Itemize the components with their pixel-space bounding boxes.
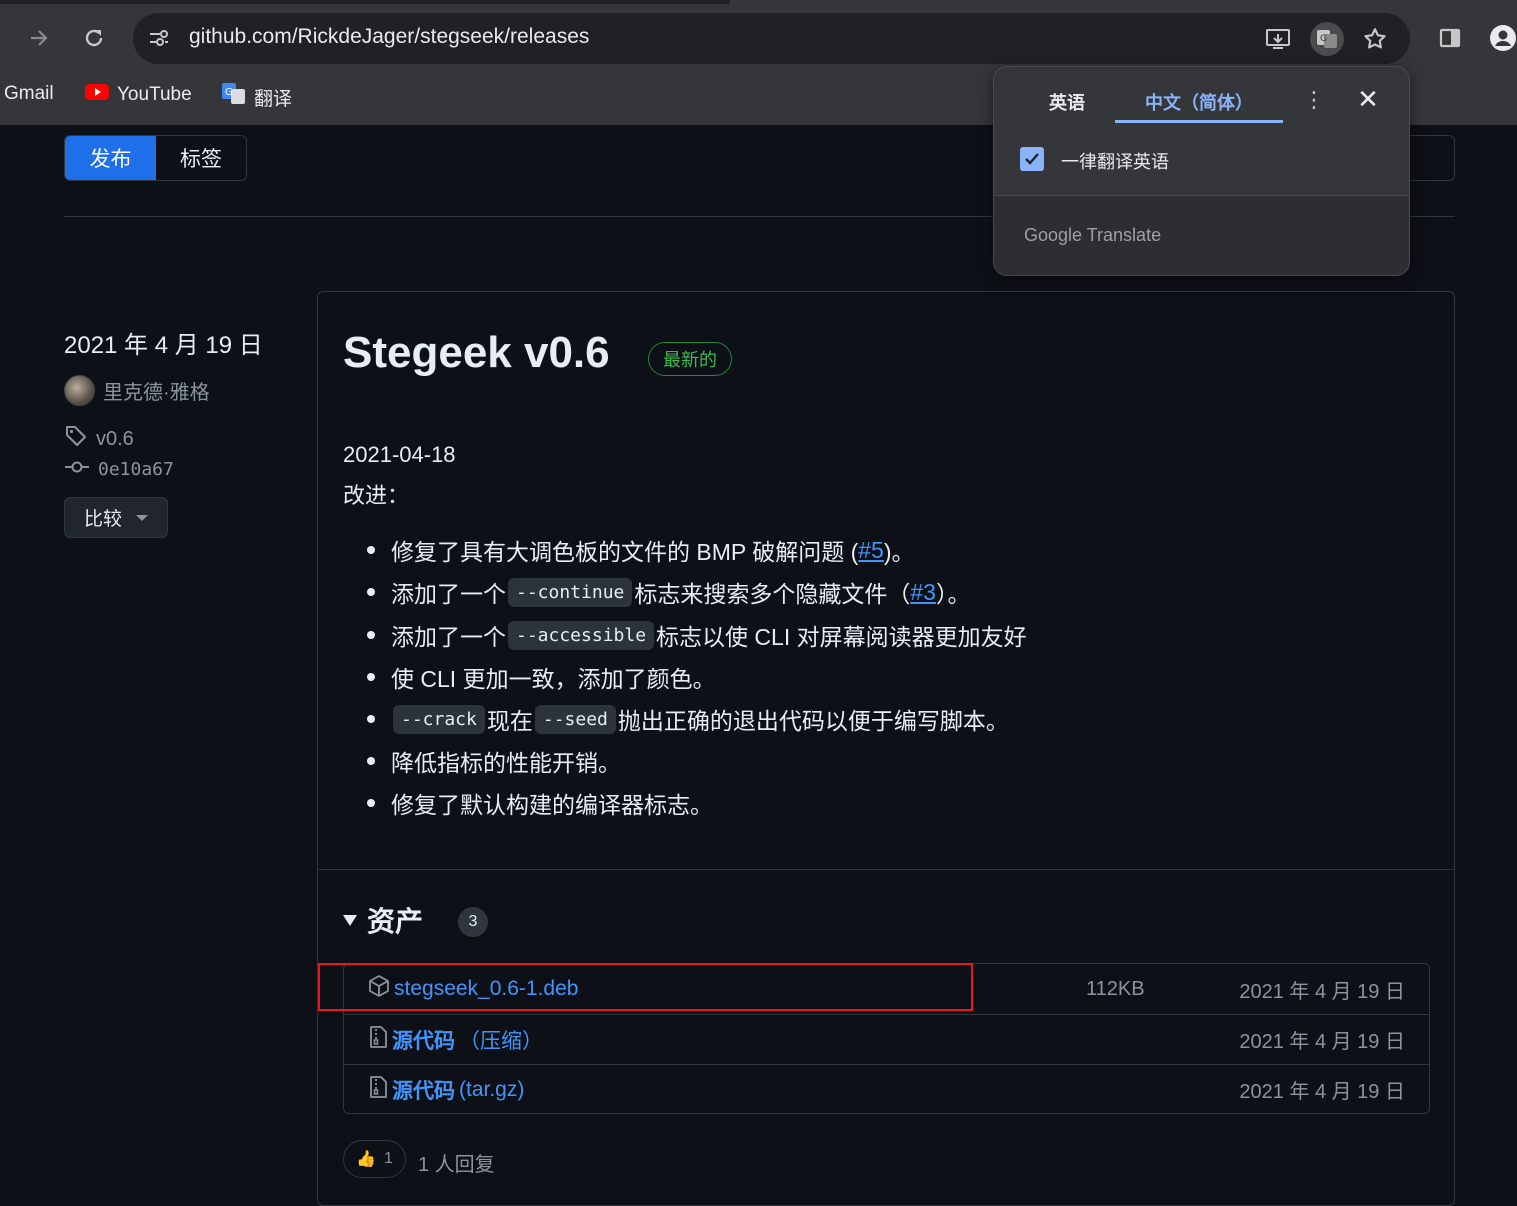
google-translate-logo: Google Translate <box>1024 225 1162 245</box>
list-item: 修复了默认构建的编译器标志。 <box>343 785 713 821</box>
inline-code: --seed <box>534 704 616 734</box>
assets-toggle[interactable]: 资产 <box>343 900 423 940</box>
url-text[interactable]: github.com/RickdeJager/stegseek/releases <box>189 25 589 49</box>
list-item: 添加了一个 --accessible 标志以使 CLI 对屏幕阅读器更加友好 <box>343 617 1027 653</box>
tag-icon <box>64 424 88 454</box>
svg-text:G: G <box>225 87 233 98</box>
google-translate-icon: G <box>222 83 246 111</box>
bookmark-youtube[interactable]: YouTube <box>85 83 192 107</box>
inline-code: --continue <box>508 577 633 607</box>
reaction-button[interactable]: 👍 1 <box>343 1140 406 1178</box>
close-icon[interactable]: ✕ <box>1354 84 1382 114</box>
file-zip-icon <box>368 1075 388 1105</box>
tab-target-language[interactable]: 中文（简体） <box>1145 89 1253 115</box>
thumbs-up-icon: 👍 <box>356 1151 376 1168</box>
commit-link[interactable]: 0e10a67 <box>64 459 174 480</box>
list-item: 修复了具有大调色板的文件的 BMP 破解问题 ( #5 )。 <box>343 532 915 568</box>
site-settings-icon[interactable] <box>147 26 171 50</box>
tab-tags[interactable]: 标签 <box>156 136 246 180</box>
improvements-heading: 改进： <box>343 483 410 508</box>
bookmark-gmail[interactable]: Gmail <box>4 83 54 105</box>
asset-link[interactable]: 源代码 (tar.gz) <box>368 1075 524 1105</box>
inline-code: --accessible <box>508 620 655 650</box>
active-tab-indicator <box>1115 120 1283 123</box>
svg-text:G: G <box>1320 34 1327 44</box>
chevron-down-icon <box>136 514 148 521</box>
browser-toolbar: github.com/RickdeJager/stegseek/releases… <box>0 0 1517 76</box>
side-panel-icon[interactable] <box>1426 14 1474 62</box>
asset-date: 2021 年 4 月 19 日 <box>1239 980 1405 1003</box>
release-date-line: 2021-04-18 <box>343 442 456 467</box>
github-page: 发布 标签 2021 年 4 月 19 日 里克德·雅格 v0.6 0e10a6… <box>0 125 1517 1206</box>
asset-date: 2021 年 4 月 19 日 <box>1239 1031 1405 1053</box>
reaction-summary: 1 人回复 <box>418 1154 495 1176</box>
inline-code: --crack <box>393 704 485 734</box>
asset-date: 2021 年 4 月 19 日 <box>1239 1081 1405 1103</box>
bookmark-star-icon[interactable] <box>1359 23 1391 55</box>
reload-icon[interactable] <box>70 14 118 62</box>
commit-icon <box>64 459 90 480</box>
tag-link[interactable]: v0.6 <box>64 424 134 454</box>
issue-link[interactable]: #5 <box>858 537 884 564</box>
install-app-icon[interactable] <box>1262 23 1294 55</box>
always-translate-label[interactable]: 一律翻译英语 <box>1061 148 1169 174</box>
translate-popup: 英语 中文（简体） ⋮ ✕ 一律翻译英语 Google Translate <box>993 66 1410 276</box>
list-item: 降低指标的性能开销。 <box>343 743 621 779</box>
release-card: Stegeek v0.6 最新的 2021-04-18 改进： 修复了具有大调色… <box>317 291 1455 1206</box>
asset-row: 源代码 （压缩） 2021 年 4 月 19 日 <box>344 1014 1429 1064</box>
release-date: 2021 年 4 月 19 日 <box>64 332 263 359</box>
file-zip-icon <box>368 1025 388 1055</box>
tab-releases[interactable]: 发布 <box>65 136 156 180</box>
forward-icon[interactable] <box>15 14 63 62</box>
list-item: 添加了一个 --continue 标志来搜索多个隐藏文件（ #3 ）。 <box>343 574 970 610</box>
asset-row: 源代码 (tar.gz) 2021 年 4 月 19 日 <box>344 1064 1429 1114</box>
always-translate-checkbox[interactable] <box>1020 147 1044 171</box>
avatar <box>64 375 95 406</box>
youtube-icon <box>85 83 109 107</box>
compare-button[interactable]: 比较 <box>64 497 168 538</box>
address-bar[interactable]: github.com/RickdeJager/stegseek/releases… <box>133 13 1410 64</box>
translate-icon[interactable]: G <box>1310 22 1344 56</box>
more-vert-icon[interactable]: ⋮ <box>1303 87 1325 113</box>
triangle-down-icon <box>343 914 357 926</box>
profile-icon[interactable] <box>1479 14 1517 62</box>
release-title[interactable]: Stegeek v0.6 <box>343 328 610 378</box>
asset-size: 112KB <box>1086 977 1145 1000</box>
highlight-box <box>318 963 973 1011</box>
release-sidebar: 2021 年 4 月 19 日 里克德·雅格 v0.6 0e10a67 比较 <box>64 325 304 538</box>
assets-count-badge: 3 <box>458 907 488 937</box>
list-item: 使 CLI 更加一致，添加了颜色。 <box>343 659 716 695</box>
issue-link[interactable]: #3 <box>910 579 936 606</box>
divider <box>318 869 1454 870</box>
latest-badge: 最新的 <box>648 342 732 376</box>
author-link[interactable]: 里克德·雅格 <box>64 375 210 406</box>
releases-tags-switch: 发布 标签 <box>64 135 247 181</box>
tab-source-language[interactable]: 英语 <box>1049 89 1085 115</box>
list-item: --crack 现在 --seed 抛出正确的退出代码以便于编写脚本。 <box>343 701 1009 737</box>
bookmark-translate[interactable]: G 翻译 <box>222 83 292 111</box>
asset-link[interactable]: 源代码 （压缩） <box>368 1025 543 1055</box>
